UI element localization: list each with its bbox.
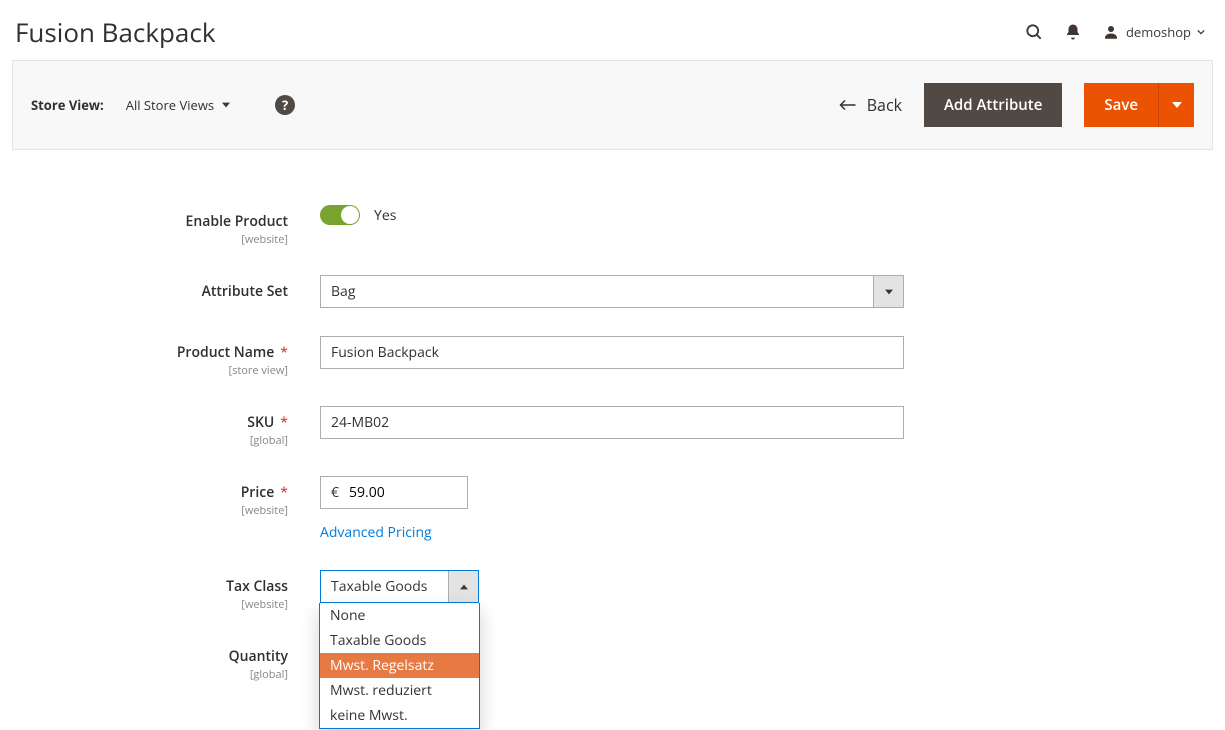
price-input[interactable] (349, 477, 467, 508)
select-trigger (873, 276, 903, 307)
user-menu[interactable]: demoshop (1102, 23, 1205, 41)
store-view-value: All Store Views (126, 96, 214, 114)
product-name-label: Product Name (177, 343, 274, 362)
store-view-label: Store View: (31, 96, 104, 114)
tax-class-value: Taxable Goods (321, 577, 448, 596)
chevron-up-icon (460, 583, 468, 591)
tax-class-option[interactable]: Mwst. Regelsatz (320, 653, 479, 678)
price-label: Price (241, 483, 275, 502)
search-icon[interactable] (1024, 22, 1044, 42)
attribute-set-value: Bag (321, 282, 873, 301)
sku-scope: [global] (0, 433, 288, 448)
required-mark: * (280, 483, 288, 502)
save-dropdown-toggle[interactable] (1158, 83, 1194, 127)
tax-class-option[interactable]: keine Mwst. (320, 703, 479, 728)
attribute-set-label: Attribute Set (202, 282, 288, 301)
advanced-pricing-link[interactable]: Advanced Pricing (320, 523, 432, 542)
currency-symbol: € (321, 483, 349, 502)
tax-class-option[interactable]: Taxable Goods (320, 628, 479, 653)
quantity-scope: [global] (0, 667, 288, 682)
page-title: Fusion Backpack (15, 14, 1024, 50)
help-icon[interactable]: ? (275, 95, 295, 115)
tax-class-dropdown: NoneTaxable GoodsMwst. RegelsatzMwst. re… (319, 603, 480, 729)
quantity-label: Quantity (229, 647, 288, 666)
toggle-knob (341, 206, 359, 224)
enable-product-toggle[interactable] (320, 205, 360, 225)
product-name-scope: [store view] (0, 363, 288, 378)
enable-product-label: Enable Product (186, 212, 288, 231)
enable-product-scope: [website] (0, 232, 288, 247)
select-trigger (448, 571, 478, 602)
sku-input[interactable] (320, 406, 904, 439)
required-mark: * (280, 413, 288, 432)
tax-class-label: Tax Class (226, 577, 288, 596)
chevron-down-icon (885, 288, 893, 296)
user-name: demoshop (1126, 23, 1191, 41)
chevron-down-icon (1172, 100, 1182, 110)
sku-label: SKU (247, 413, 274, 432)
chevron-down-icon (222, 101, 230, 109)
store-view-select[interactable]: All Store Views (126, 96, 230, 114)
price-scope: [website] (0, 503, 288, 518)
notifications-icon[interactable] (1064, 23, 1082, 41)
user-icon (1102, 23, 1120, 41)
product-name-input[interactable] (320, 336, 904, 369)
back-button[interactable]: Back (839, 94, 902, 116)
tax-class-option[interactable]: None (320, 603, 479, 628)
required-mark: * (280, 343, 288, 362)
add-attribute-button[interactable]: Add Attribute (924, 83, 1062, 127)
enable-product-value: Yes (374, 206, 396, 225)
back-label: Back (867, 94, 902, 116)
save-button[interactable]: Save (1084, 83, 1158, 127)
tax-class-option[interactable]: Mwst. reduziert (320, 678, 479, 703)
arrow-left-icon (839, 99, 857, 111)
chevron-down-icon (1197, 28, 1205, 36)
attribute-set-select[interactable]: Bag (320, 275, 904, 308)
tax-class-select[interactable]: Taxable Goods (320, 570, 479, 603)
tax-class-scope: [website] (0, 597, 288, 612)
